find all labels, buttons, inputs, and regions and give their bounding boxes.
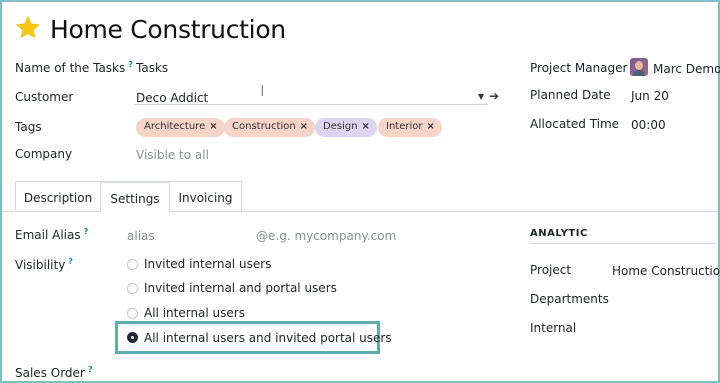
help-icon[interactable]: ?: [84, 227, 89, 236]
avatar: [630, 58, 648, 76]
help-icon[interactable]: ?: [68, 257, 73, 266]
radio-invited-internal-portal[interactable]: [127, 283, 138, 294]
analytic-section-title: ANALYTIC: [530, 228, 588, 239]
field-label-departments: Departments: [530, 292, 609, 306]
tag-interior[interactable]: Interior ×: [378, 118, 442, 137]
planned-date-field[interactable]: Jun 20: [631, 89, 669, 103]
field-label-company: Company: [15, 147, 73, 161]
option-label: All internal users and invited portal us…: [144, 331, 392, 345]
tag-construction[interactable]: Construction ×: [224, 118, 316, 137]
favorite-star-icon[interactable]: [14, 14, 42, 42]
tab-description[interactable]: Description: [15, 181, 101, 212]
field-label-sales-order: Sales Order?: [15, 365, 93, 380]
manager-field[interactable]: Marc Demo: [653, 62, 720, 76]
radio-invited-internal[interactable]: [127, 259, 138, 270]
company-field[interactable]: Visible to all: [136, 148, 209, 162]
radio-all-internal-portal[interactable]: [127, 332, 138, 343]
close-icon[interactable]: ×: [300, 121, 308, 132]
close-icon[interactable]: ×: [426, 121, 434, 132]
field-label-email-alias: Email Alias?: [15, 227, 89, 242]
allocated-time-field[interactable]: 00:00: [631, 118, 666, 132]
option-label: Invited internal and portal users: [144, 281, 337, 295]
alias-domain-input[interactable]: @e.g. mycompany.com: [256, 229, 396, 243]
tab-settings[interactable]: Settings: [100, 181, 170, 212]
field-label-planned-date: Planned Date: [530, 88, 611, 102]
close-icon[interactable]: ×: [209, 121, 217, 132]
page-title: Home Construction: [50, 15, 286, 44]
arrow-right-icon[interactable]: ➔: [489, 89, 499, 103]
customer-field[interactable]: Deco Addict: [136, 91, 208, 105]
text-cursor-icon: I: [260, 82, 265, 100]
field-label-tags: Tags: [15, 120, 42, 134]
divider: [530, 243, 716, 244]
field-label-name: Name of the Tasks?: [15, 60, 133, 75]
radio-all-internal[interactable]: [127, 308, 138, 319]
option-label: Invited internal users: [144, 257, 272, 271]
field-label-project: Project: [530, 263, 572, 277]
tab-invoicing[interactable]: Invoicing: [169, 181, 242, 212]
name-field[interactable]: Tasks: [136, 61, 168, 75]
help-icon[interactable]: ?: [128, 60, 133, 69]
field-label-manager: Project Manager: [530, 61, 628, 75]
customer-underline: [134, 104, 488, 105]
tag-architecture[interactable]: Architecture ×: [136, 118, 225, 137]
help-icon[interactable]: ?: [88, 365, 93, 374]
option-label: All internal users: [144, 306, 245, 320]
field-label-customer: Customer: [15, 90, 74, 104]
chevron-down-icon[interactable]: ▼: [478, 92, 484, 101]
field-label-allocated-time: Allocated Time: [530, 117, 620, 131]
alias-input[interactable]: alias: [127, 229, 155, 243]
project-field[interactable]: Home Construction: [612, 264, 720, 278]
close-icon[interactable]: ×: [362, 121, 370, 132]
field-label-internal: Internal: [530, 321, 577, 335]
tag-design[interactable]: Design ×: [315, 118, 377, 137]
field-label-visibility: Visibility?: [15, 257, 73, 272]
